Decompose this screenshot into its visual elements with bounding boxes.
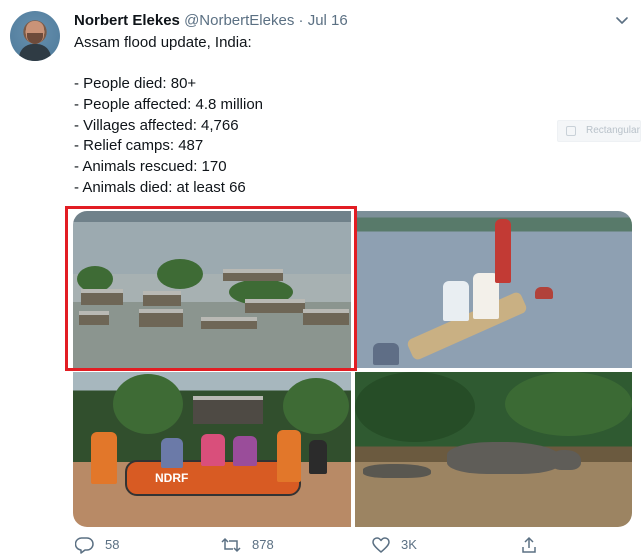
more-options-button[interactable] bbox=[612, 13, 632, 29]
tree bbox=[355, 372, 475, 442]
tree bbox=[283, 378, 349, 434]
tweet[interactable]: Norbert Elekes @NorbertElekes · Jul 16 A… bbox=[0, 0, 641, 559]
rhino-calf bbox=[363, 464, 431, 478]
person bbox=[277, 430, 301, 482]
person bbox=[91, 432, 117, 484]
tweet-line: - Relief camps: 487 bbox=[74, 137, 204, 155]
avatar[interactable] bbox=[10, 11, 60, 61]
avatar-shirt bbox=[19, 44, 51, 61]
share-icon bbox=[522, 536, 536, 553]
rectangular-snip-tooltip: Rectangular bbox=[557, 120, 641, 142]
tree bbox=[505, 372, 632, 436]
like-count: 3K bbox=[401, 537, 417, 552]
retweet-button[interactable]: 878 bbox=[220, 534, 274, 556]
tweet-line: - Animals died: at least 66 bbox=[74, 178, 246, 196]
boat-label: NDRF bbox=[155, 471, 189, 485]
rhino-photo[interactable] bbox=[355, 372, 632, 527]
red-highlight-box bbox=[65, 206, 357, 371]
rhino-head bbox=[551, 450, 581, 470]
person bbox=[373, 343, 399, 365]
person bbox=[201, 434, 225, 466]
house bbox=[193, 396, 263, 424]
person bbox=[161, 438, 183, 468]
share-button[interactable] bbox=[520, 534, 538, 556]
tweet-line: Assam flood update, India: bbox=[74, 34, 252, 51]
author-name[interactable]: Norbert Elekes bbox=[74, 12, 180, 29]
snip-label: Rectangular bbox=[586, 125, 640, 136]
avatar-beard bbox=[27, 33, 43, 44]
tweet-header: Norbert Elekes @NorbertElekes · Jul 16 bbox=[74, 11, 348, 31]
header-separator: · bbox=[298, 12, 304, 29]
tweet-actions: 58 878 3K bbox=[0, 534, 641, 558]
like-button[interactable]: 3K bbox=[371, 534, 417, 556]
tree bbox=[113, 374, 183, 434]
retweet-icon bbox=[221, 537, 241, 553]
tweet-text: Assam flood update, India: - People died… bbox=[74, 33, 554, 199]
tweet-line: - People affected: 4.8 million bbox=[74, 96, 264, 114]
reply-icon bbox=[75, 537, 94, 554]
tweet-line: - People died: 80+ bbox=[74, 75, 197, 93]
tweet-line: - Villages affected: 4,766 bbox=[74, 116, 239, 134]
person bbox=[443, 281, 469, 321]
tweet-date[interactable]: Jul 16 bbox=[308, 12, 348, 29]
person bbox=[495, 219, 511, 283]
person bbox=[309, 440, 327, 474]
person bbox=[535, 287, 553, 299]
bamboo-raft-photo[interactable] bbox=[355, 211, 632, 368]
chevron-down-icon bbox=[616, 17, 628, 24]
rescue-boat-photo[interactable]: NDRF bbox=[73, 372, 351, 527]
tweet-line: - Animals rescued: 170 bbox=[74, 158, 227, 176]
author-handle[interactable]: @NorbertElekes bbox=[184, 12, 294, 29]
snip-icon bbox=[566, 126, 576, 136]
like-icon bbox=[372, 537, 390, 553]
reply-count: 58 bbox=[105, 537, 120, 552]
rhino bbox=[447, 442, 561, 474]
reply-button[interactable]: 58 bbox=[75, 534, 119, 556]
tweet-line bbox=[74, 54, 554, 75]
retweet-count: 878 bbox=[252, 537, 274, 552]
person bbox=[233, 436, 257, 466]
